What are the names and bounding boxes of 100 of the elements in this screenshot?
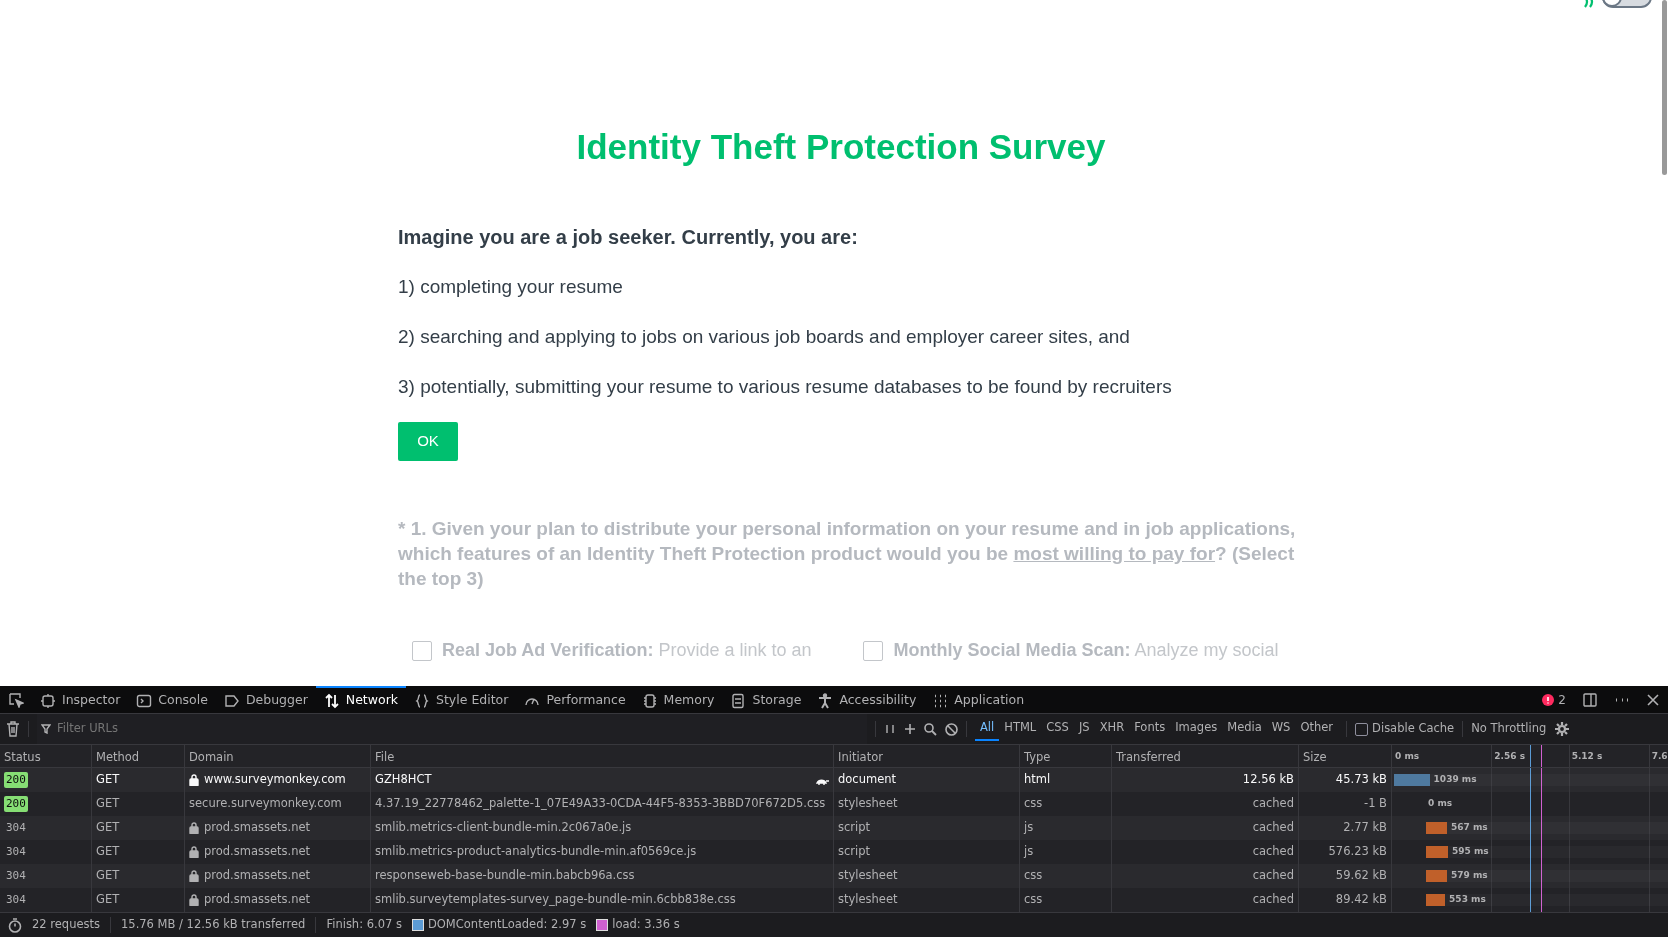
console-icon [136, 692, 153, 709]
storage-icon [730, 692, 747, 709]
initiator-text: script [838, 819, 871, 837]
filter-input[interactable]: Filter URLs [55, 719, 835, 739]
domain-text: prod.smassets.net [204, 867, 311, 885]
filter-field[interactable]: Filter URLs [37, 714, 867, 744]
transferred-text: cached [1252, 843, 1294, 861]
load-time: load: 3.36 s [612, 916, 680, 934]
initiator-text: document [838, 771, 897, 789]
domain-text: secure.surveymonkey.com [189, 795, 342, 813]
devtools-tab[interactable]: Console [128, 686, 216, 713]
column-header[interactable]: Transferred [1112, 745, 1299, 767]
accessibility-icon [817, 692, 834, 709]
search-icon[interactable] [924, 722, 937, 736]
column-header[interactable]: Status [0, 745, 92, 767]
devtools-tab[interactable]: Memory [633, 686, 723, 713]
transferred-text: cached [1252, 891, 1294, 909]
column-header[interactable]: Type [1020, 745, 1112, 767]
filter-tab[interactable]: WS [1266, 717, 1296, 741]
file-name: GZH8HCT [375, 771, 432, 789]
intro-item: 1) completing your resume [398, 275, 624, 299]
filter-tab[interactable]: Other [1295, 717, 1339, 741]
method-text: GET [96, 843, 120, 861]
finish-time: Finish: 6.07 s [326, 916, 402, 934]
filter-tab[interactable]: Images [1170, 717, 1223, 741]
status-code: 200 [4, 771, 28, 789]
devtools-tab[interactable]: Debugger [215, 686, 316, 713]
transferred-text: 12.56 kB [1242, 771, 1294, 789]
initiator-text: stylesheet [838, 795, 898, 813]
application-icon [932, 692, 949, 709]
memory-icon [641, 692, 658, 709]
trash-icon[interactable] [6, 721, 20, 737]
domain-text: prod.smassets.net [204, 891, 311, 909]
checkbox[interactable] [412, 640, 432, 661]
filter-tab[interactable]: Fonts [1129, 717, 1171, 741]
size-text: 89.42 kB [1335, 891, 1387, 909]
add-icon[interactable] [904, 723, 916, 735]
checkbox[interactable] [1355, 722, 1369, 736]
timing-text: 0 ms [1428, 797, 1453, 810]
timeline-tick: 2.56 s [1494, 750, 1526, 763]
file-name: responseweb-base-bundle-min.babcb96a.css [375, 867, 635, 885]
request-count: 22 requests [32, 916, 100, 934]
devtools-tab[interactable]: Style Editor [406, 686, 517, 713]
transferred-text: cached [1252, 867, 1294, 885]
pause-icon[interactable] [884, 723, 896, 735]
filter-tab[interactable]: XHR [1094, 717, 1130, 741]
devtools-tab[interactable]: Storage [722, 686, 810, 713]
settings-icon[interactable] [1554, 721, 1571, 737]
error-count[interactable]: 2 [1542, 690, 1566, 709]
method-text: GET [96, 771, 120, 789]
question-text: * 1. Given your plan to distribute your personal information on your resume and in job applications, which features of an Identity Theft Protection product would you be most willing to pay for? (Select the top 3) [398, 517, 1297, 591]
type-text: css [1024, 795, 1043, 813]
file-name: 4.37.19_22778462_palette-1_07E49A33-0CDA-44F5-8353-3BBD70F672D5.css [375, 795, 826, 813]
devtools-tab[interactable]: Accessibility [809, 686, 925, 713]
option-label: Real Job Ad Verification: Provide a link to an [442, 639, 812, 662]
column-header[interactable]: Initiator [834, 745, 1020, 767]
column-header[interactable]: File [371, 745, 834, 767]
size-text: 59.62 kB [1335, 867, 1387, 885]
timeline-tick: 5.12 s [1571, 750, 1603, 763]
type-text: css [1024, 891, 1043, 909]
devtools-tab[interactable]: Application [924, 686, 1033, 713]
element-picker-icon[interactable] [8, 692, 24, 708]
inspector-icon [40, 692, 56, 709]
initiator-text: stylesheet [838, 891, 898, 909]
domain-text: prod.smassets.net [204, 843, 311, 861]
status-code: 304 [5, 819, 27, 836]
transferred-text: cached [1252, 795, 1294, 813]
close-icon[interactable] [1646, 692, 1660, 707]
status-code: 304 [5, 867, 27, 884]
intro-item: 3) potentially, submitting your resume to various resume databases to be found by recruiters [398, 375, 1173, 399]
initiator-text: stylesheet [838, 867, 898, 885]
devtools-tab[interactable]: Performance [516, 686, 634, 713]
checkbox[interactable] [863, 640, 884, 661]
filter-tab[interactable]: CSS [1041, 717, 1074, 741]
dock-icon[interactable] [1582, 691, 1598, 708]
column-header[interactable]: Size [1299, 745, 1392, 767]
throttling-select[interactable]: No Throttling [1471, 720, 1547, 738]
stopwatch-icon [8, 917, 22, 933]
file-name: smlib.surveytemplates-survey_page-bundle-min.6cbb838e.css [375, 891, 736, 909]
legend-swatch-icon [596, 919, 609, 931]
block-icon[interactable] [945, 722, 958, 736]
filter-icon [41, 724, 51, 734]
filter-tab[interactable]: All [975, 717, 1000, 741]
filter-tab[interactable]: JS [1073, 717, 1095, 741]
network-icon [323, 692, 340, 709]
size-text: 2.77 kB [1343, 819, 1387, 837]
transfer-summary: 15.76 MB / 12.56 kB transferred [121, 916, 306, 934]
filter-tab[interactable]: HTML [999, 717, 1042, 741]
column-header[interactable]: Domain [185, 745, 371, 767]
column-header[interactable]: Method [92, 745, 185, 767]
filter-tab[interactable]: Media [1222, 717, 1267, 741]
timing-text: 579 ms [1451, 869, 1488, 882]
size-text: 45.73 kB [1335, 771, 1387, 789]
status-code: 304 [5, 843, 27, 860]
legend-swatch-icon [411, 919, 424, 931]
scrollbar-thumb[interactable] [1662, 0, 1667, 175]
timing-text: 595 ms [1452, 845, 1489, 858]
devtools-tab[interactable]: Inspector [32, 686, 129, 713]
timeline-tick: 0 ms [1395, 750, 1420, 763]
initiator-text: script [838, 843, 871, 861]
